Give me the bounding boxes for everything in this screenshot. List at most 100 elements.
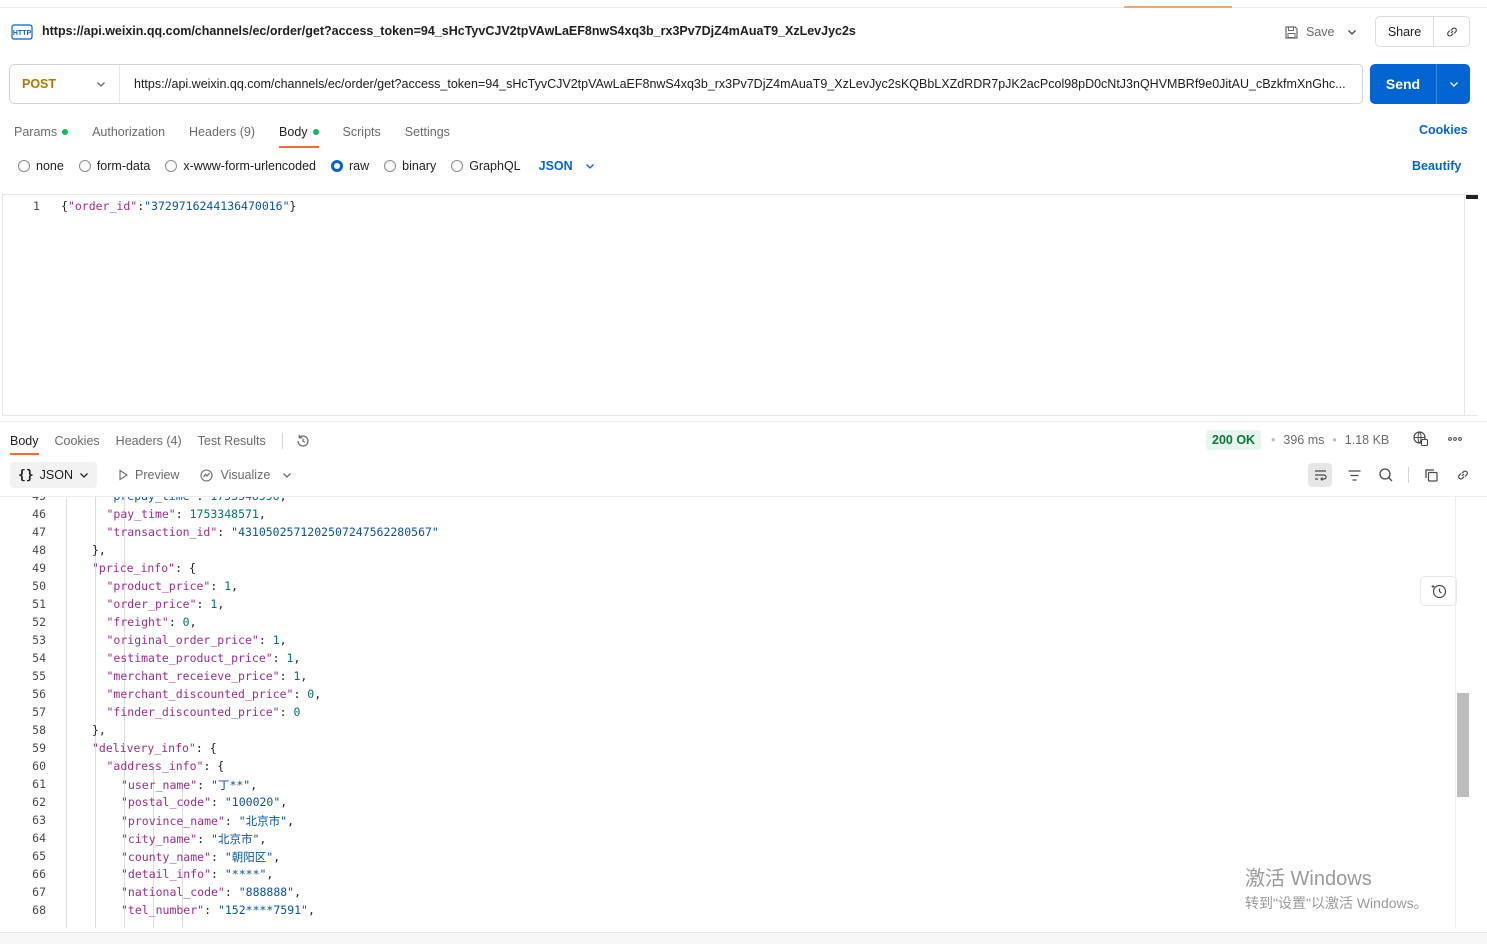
status-badge[interactable]: 200 OK xyxy=(1206,430,1262,450)
filter-button[interactable] xyxy=(1344,463,1364,487)
radio-label: binary xyxy=(402,159,437,173)
history-icon[interactable] xyxy=(295,433,311,449)
line-number: 52 xyxy=(32,615,46,629)
response-time[interactable]: 396 ms xyxy=(1283,433,1324,447)
response-format-select[interactable]: {} JSON xyxy=(10,462,97,488)
response-tab-body[interactable]: Body xyxy=(10,428,39,455)
json-punctuation: , xyxy=(279,633,287,647)
tab-authorization[interactable]: Authorization xyxy=(92,118,165,146)
line-content: "postal_code": "100020", xyxy=(121,795,287,809)
json-string: "北京市" xyxy=(238,814,288,828)
network-globe-icon[interactable] xyxy=(1412,430,1429,447)
json-punctuation: : xyxy=(197,832,212,846)
body-format-select[interactable]: JSON xyxy=(539,159,595,173)
line-number: 1 xyxy=(33,199,40,213)
json-punctuation: , xyxy=(258,507,266,521)
panel-divider[interactable] xyxy=(0,421,1487,422)
save-button[interactable]: Save xyxy=(1284,20,1335,44)
copy-link-button[interactable] xyxy=(1434,17,1469,46)
response-tab-test-results[interactable]: Test Results xyxy=(198,428,266,454)
json-key: "transaction_id" xyxy=(106,525,218,539)
status-bar xyxy=(0,932,1487,944)
tab-settings[interactable]: Settings xyxy=(405,118,450,146)
json-string: "北京市" xyxy=(211,832,260,846)
radio-graphql[interactable]: GraphQL xyxy=(451,159,521,173)
line-number: 55 xyxy=(32,669,46,683)
request-title[interactable]: https://api.weixin.qq.com/channels/ec/or… xyxy=(42,24,856,38)
radio-raw[interactable]: raw xyxy=(331,159,369,173)
response-line: 45 "prepay_time": 1753348556, xyxy=(0,496,1450,507)
json-key: "order_price" xyxy=(106,597,197,611)
radio-form-data[interactable]: form-data xyxy=(78,159,150,173)
send-button[interactable]: Send xyxy=(1370,64,1437,104)
tab-headers[interactable]: Headers (9) xyxy=(189,118,255,146)
editor-scrollbar[interactable] xyxy=(1464,195,1478,415)
json-key: "detail_info" xyxy=(121,867,212,881)
json-number: 1 xyxy=(272,633,280,647)
line-content: "price_info": { xyxy=(92,561,196,575)
radio-none[interactable]: none xyxy=(18,159,64,173)
response-line: 64 "city_name": "北京市", xyxy=(0,831,1450,849)
visualize-options-button[interactable] xyxy=(282,470,292,480)
line-number: 66 xyxy=(32,867,46,881)
more-options-icon[interactable] xyxy=(1447,431,1463,447)
json-punctuation: : { xyxy=(195,741,217,755)
response-line: 51 "order_price": 1, xyxy=(0,597,1450,615)
preview-label: Preview xyxy=(135,468,180,482)
visualize-button[interactable]: Visualize xyxy=(199,468,270,483)
line-number: 63 xyxy=(32,813,46,827)
json-number: 1753348556 xyxy=(210,496,280,503)
json-punctuation: : xyxy=(224,885,239,899)
url-input[interactable]: https://api.weixin.qq.com/channels/ec/or… xyxy=(120,65,1362,103)
radio-x-www-form-urlencoded[interactable]: x-www-form-urlencoded xyxy=(165,159,316,173)
response-tab-cookies[interactable]: Cookies xyxy=(55,428,100,454)
tab-scripts[interactable]: Scripts xyxy=(343,118,381,146)
response-size[interactable]: 1.18 KB xyxy=(1345,433,1389,447)
response-scrollbar[interactable] xyxy=(1455,497,1469,928)
json-key: "merchant_discounted_price" xyxy=(106,687,294,701)
radio-binary[interactable]: binary xyxy=(384,159,436,173)
request-body-editor[interactable]: 1 {"order_id":"3729716244136470016"} xyxy=(2,194,1478,606)
beautify-button[interactable]: Beautify xyxy=(1412,159,1461,173)
preview-button[interactable]: Preview xyxy=(117,468,179,482)
line-number: 50 xyxy=(32,579,46,593)
response-line: 56 "merchant_discounted_price": 0, xyxy=(0,687,1450,705)
json-punctuation: : xyxy=(210,579,225,593)
response-line: 50 "product_price": 1, xyxy=(0,579,1450,597)
json-punctuation: : xyxy=(211,850,225,864)
response-line: 57 "finder_discounted_price": 0 xyxy=(0,705,1450,723)
response-tab-headers[interactable]: Headers (4) xyxy=(116,428,182,454)
search-button[interactable] xyxy=(1376,463,1396,487)
json-punctuation: : { xyxy=(203,759,225,773)
tab-body[interactable]: Body xyxy=(279,118,319,148)
copy-button[interactable] xyxy=(1421,463,1441,487)
radio-circle xyxy=(78,160,91,172)
wrap-lines-button[interactable] xyxy=(1308,463,1332,487)
line-content: "order_price": 1, xyxy=(107,597,225,611)
scrollbar-thumb[interactable] xyxy=(1466,195,1478,199)
http-icon: HTTP xyxy=(11,24,33,40)
tab-params[interactable]: Params xyxy=(14,118,69,146)
send-group: Send xyxy=(1370,64,1470,104)
response-format-label: JSON xyxy=(39,468,73,482)
json-punctuation: : xyxy=(211,867,225,881)
copy-link-button[interactable] xyxy=(1453,463,1473,487)
line-content: }, xyxy=(92,723,106,737)
save-options-button[interactable] xyxy=(1340,20,1364,44)
response-line: 55 "merchant_receieve_price": 1, xyxy=(0,669,1450,687)
line-content: "transaction_id": "431050257120250724756… xyxy=(107,525,439,539)
share-button[interactable]: Share xyxy=(1376,17,1434,46)
line-number: 64 xyxy=(32,831,46,845)
json-punctuation: }, xyxy=(92,543,106,557)
json-number: 1753348571 xyxy=(189,507,259,521)
scrollbar-thumb[interactable] xyxy=(1457,693,1469,797)
cookies-link[interactable]: Cookies xyxy=(1419,123,1468,137)
send-options-button[interactable] xyxy=(1437,64,1470,104)
method-select[interactable]: POST xyxy=(10,65,120,103)
method-label: POST xyxy=(22,77,57,91)
json-key: "pay_time" xyxy=(106,507,176,521)
body-format-label: JSON xyxy=(538,159,573,173)
json-punctuation: : xyxy=(211,795,225,809)
radio-label: x-www-form-urlencoded xyxy=(183,159,316,173)
svg-text:HTTP: HTTP xyxy=(13,30,32,37)
